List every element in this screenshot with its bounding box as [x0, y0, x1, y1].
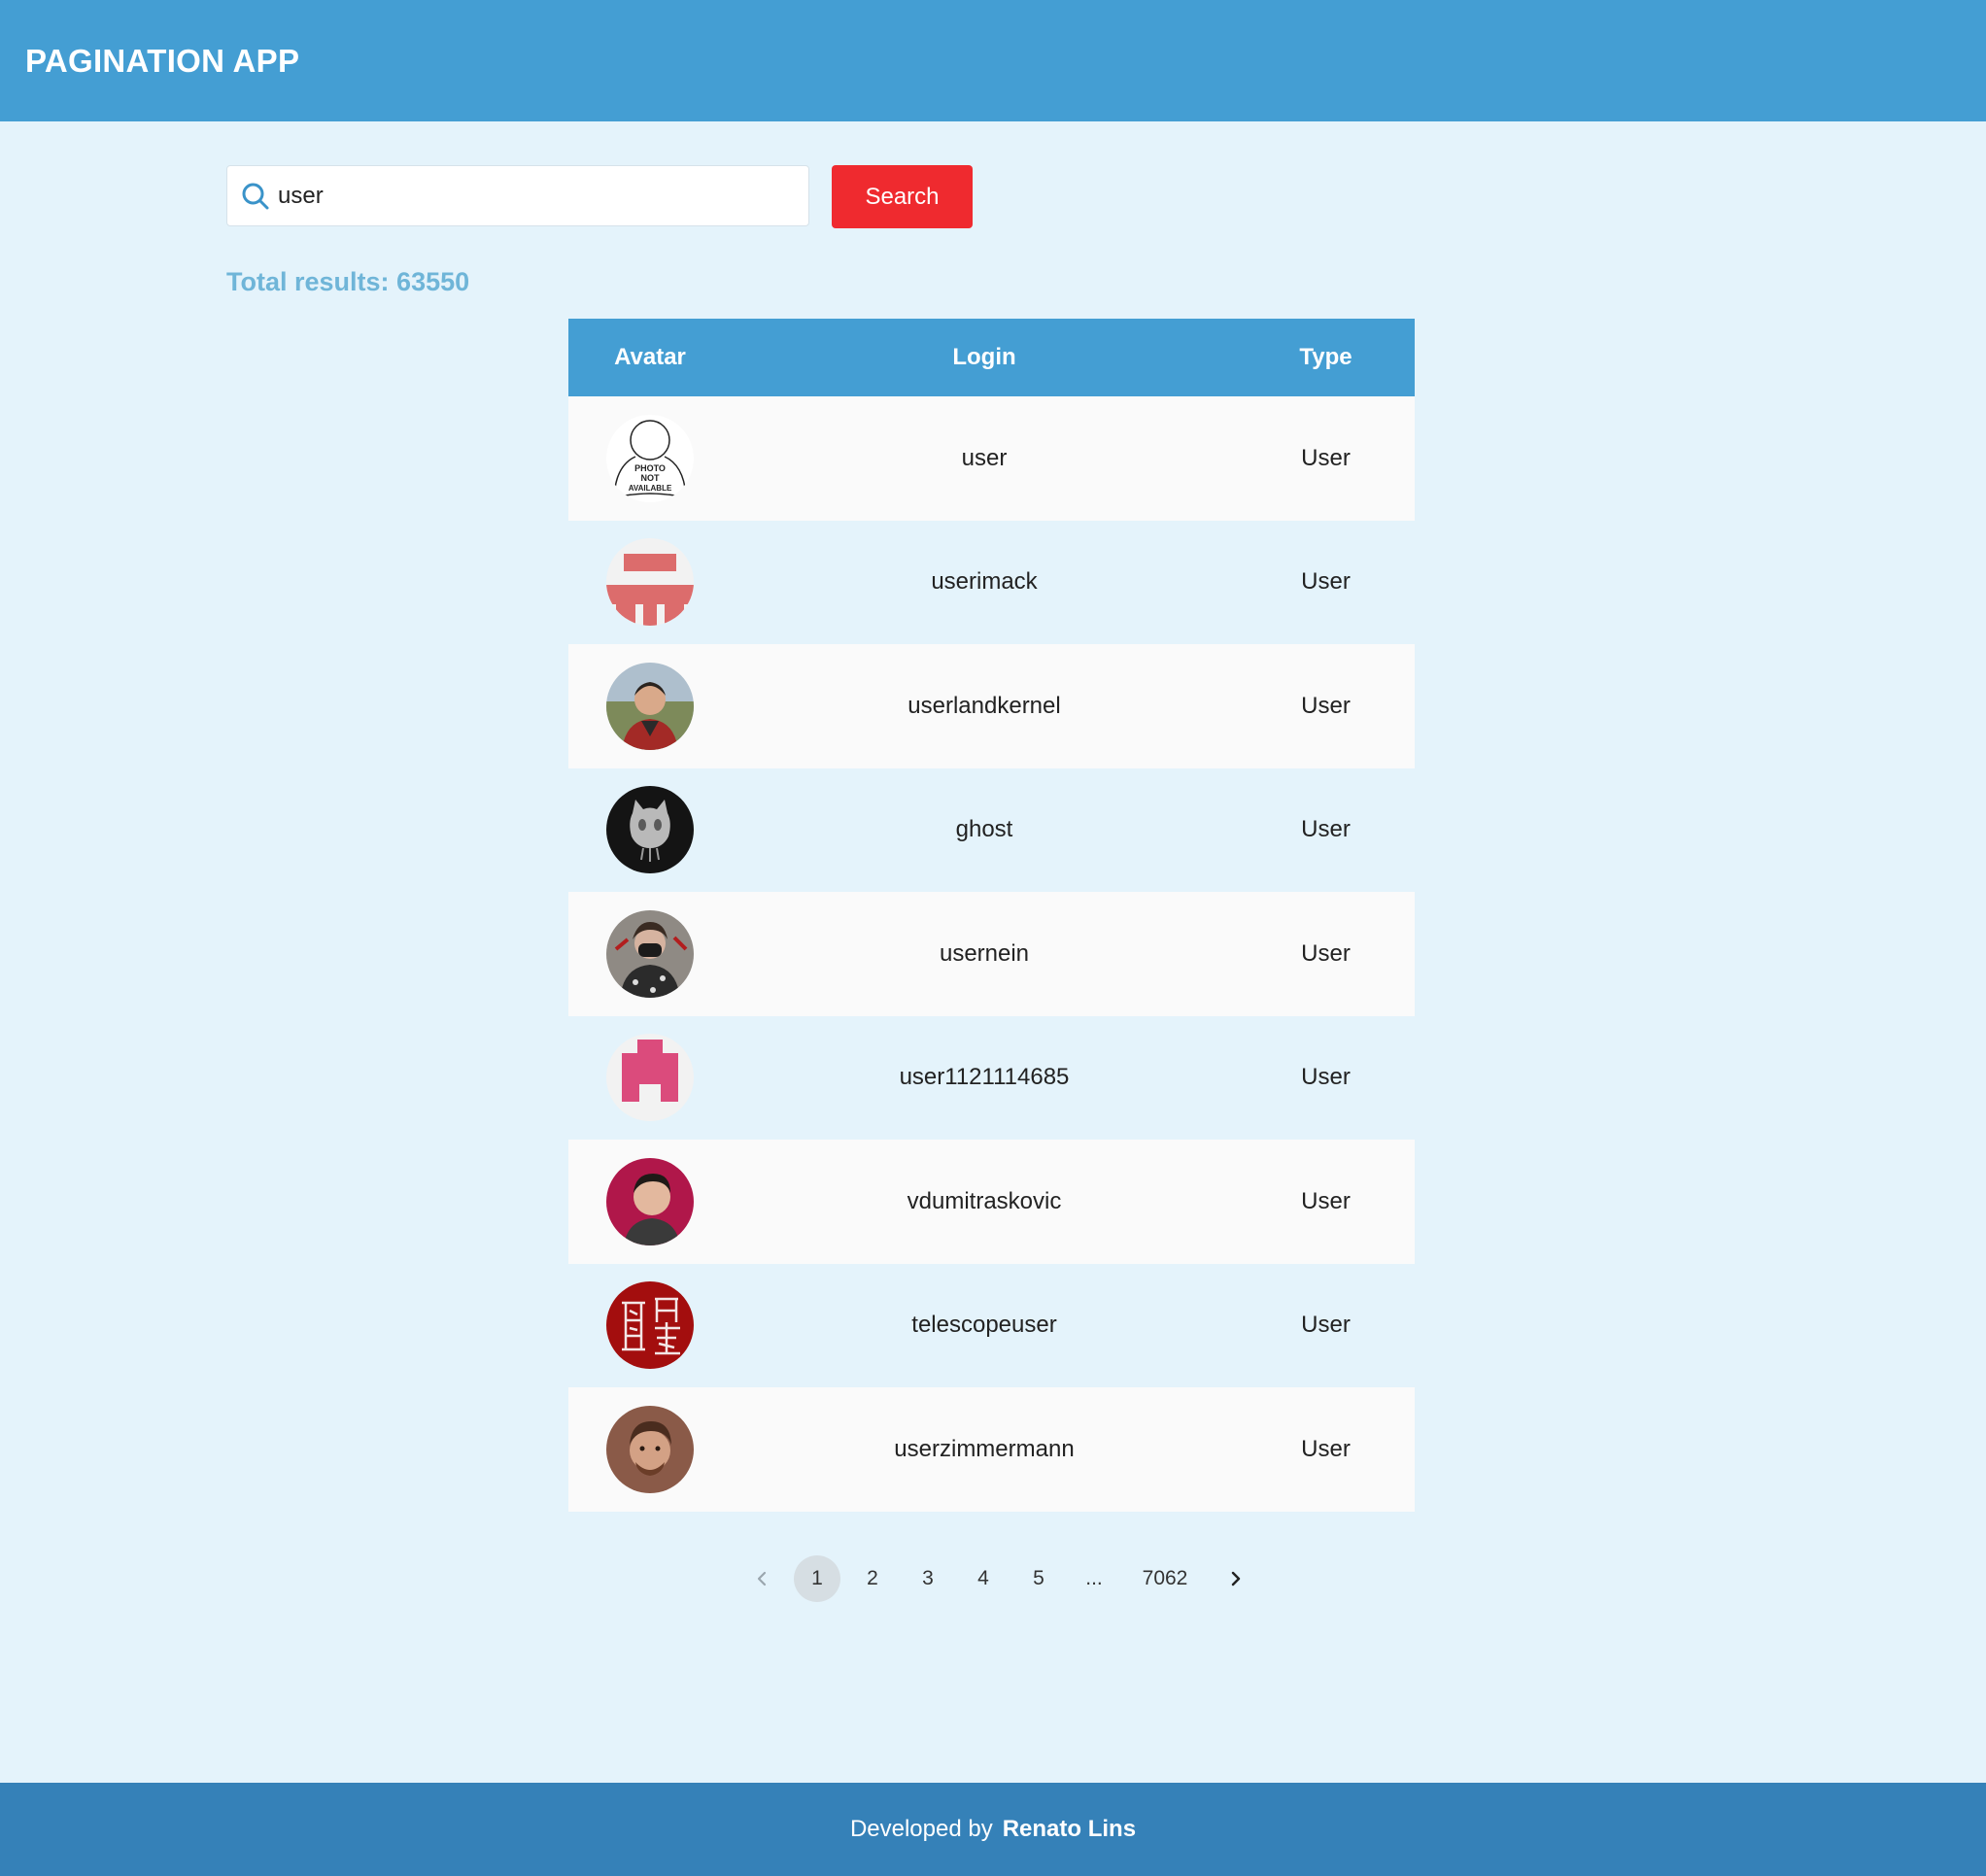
login-cell: ghost: [955, 816, 1013, 843]
table-row[interactable]: ghost User: [568, 767, 1415, 892]
type-cell: User: [1301, 568, 1351, 596]
search-icon: [242, 183, 269, 210]
next-page-button[interactable]: [1213, 1555, 1259, 1602]
avatar-cell: [568, 538, 732, 627]
avatar-identicon: [606, 1034, 694, 1122]
search-box[interactable]: [226, 165, 809, 226]
type-cell: User: [1301, 816, 1351, 843]
page-button-3[interactable]: 3: [905, 1555, 951, 1602]
type-cell: User: [1301, 939, 1351, 967]
table-header: Avatar Login Type: [568, 319, 1415, 396]
column-header-avatar: Avatar: [614, 344, 686, 370]
table-body: PHOTO NOT AVAILABLE user User userimack …: [568, 396, 1415, 1512]
table-row[interactable]: PHOTO NOT AVAILABLE user User: [568, 396, 1415, 521]
avatar-photo: [606, 662, 694, 750]
column-header-type: Type: [1299, 344, 1353, 370]
login-cell: userimack: [931, 568, 1038, 596]
table-row[interactable]: userzimmermann User: [568, 1387, 1415, 1512]
avatar-cell: [568, 1157, 732, 1245]
header-bar: PAGINATION APP: [0, 0, 1986, 121]
footer-prefix: Developed by: [849, 1816, 993, 1842]
total-results-count: 63550: [396, 267, 470, 296]
type-cell: User: [1301, 1435, 1351, 1462]
avatar-cell: [568, 786, 732, 874]
avatar-cell: [568, 1405, 732, 1493]
avatar-photo: [606, 1405, 694, 1493]
page-button-5[interactable]: 5: [1015, 1555, 1062, 1602]
table-row[interactable]: telescopeuser User: [568, 1263, 1415, 1387]
pagination: 1 2 3 4 5 ... 7062: [738, 1554, 1268, 1603]
footer: Developed by Renato Lins: [0, 1783, 1986, 1876]
column-header-login: Login: [952, 344, 1016, 370]
svg-text:AVAILABLE: AVAILABLE: [629, 484, 672, 493]
page-button-last[interactable]: 7062: [1126, 1555, 1204, 1602]
table-row[interactable]: userlandkernel User: [568, 644, 1415, 768]
avatar-photo-not-available: PHOTO NOT AVAILABLE: [606, 414, 694, 502]
avatar-photo: [606, 909, 694, 998]
previous-page-button[interactable]: [738, 1555, 785, 1602]
footer-author-link[interactable]: Renato Lins: [1003, 1816, 1136, 1843]
page-button-2[interactable]: 2: [849, 1555, 896, 1602]
type-cell: User: [1301, 444, 1351, 471]
login-cell: vdumitraskovic: [907, 1187, 1062, 1214]
total-results-label: Total results:: [226, 267, 390, 296]
avatar-photo: [606, 1157, 694, 1245]
login-cell: usernein: [939, 939, 1030, 967]
login-cell: user1121114685: [899, 1064, 1070, 1091]
login-cell: userzimmermann: [894, 1435, 1075, 1462]
table-row[interactable]: usernein User: [568, 892, 1415, 1016]
total-results: Total results: 63550: [226, 267, 469, 297]
table-row[interactable]: userimack User: [568, 520, 1415, 644]
avatar-identicon: [606, 538, 694, 627]
search-button[interactable]: Search: [832, 165, 973, 228]
login-cell: userlandkernel: [907, 692, 1061, 719]
chevron-right-icon: [1231, 1571, 1241, 1586]
svg-text:PHOTO: PHOTO: [634, 463, 666, 473]
type-cell: User: [1301, 1187, 1351, 1214]
login-cell: telescopeuser: [911, 1312, 1057, 1339]
avatar-cell: PHOTO NOT AVAILABLE: [568, 414, 732, 502]
app-title: PAGINATION APP: [25, 43, 300, 79]
chevron-left-icon: [757, 1571, 767, 1586]
avatar-ghost-octocat: [606, 786, 694, 874]
type-cell: User: [1301, 692, 1351, 719]
login-cell: user: [961, 444, 1008, 471]
page-button-1[interactable]: 1: [794, 1555, 840, 1602]
search-input[interactable]: [278, 174, 793, 218]
type-cell: User: [1301, 1064, 1351, 1091]
avatar-cell: [568, 909, 732, 998]
users-table: Avatar Login Type PHOTO NOT AVAILABLE us…: [568, 319, 1415, 1512]
avatar-cell: [568, 1034, 732, 1122]
pagination-ellipsis: ...: [1085, 1567, 1103, 1589]
avatar-seal: [606, 1281, 694, 1370]
avatar-cell: [568, 662, 732, 750]
table-row[interactable]: user1121114685 User: [568, 1015, 1415, 1140]
avatar-cell: [568, 1281, 732, 1370]
type-cell: User: [1301, 1312, 1351, 1339]
svg-text:NOT: NOT: [641, 473, 661, 483]
page-button-4[interactable]: 4: [960, 1555, 1007, 1602]
table-row[interactable]: vdumitraskovic User: [568, 1140, 1415, 1264]
